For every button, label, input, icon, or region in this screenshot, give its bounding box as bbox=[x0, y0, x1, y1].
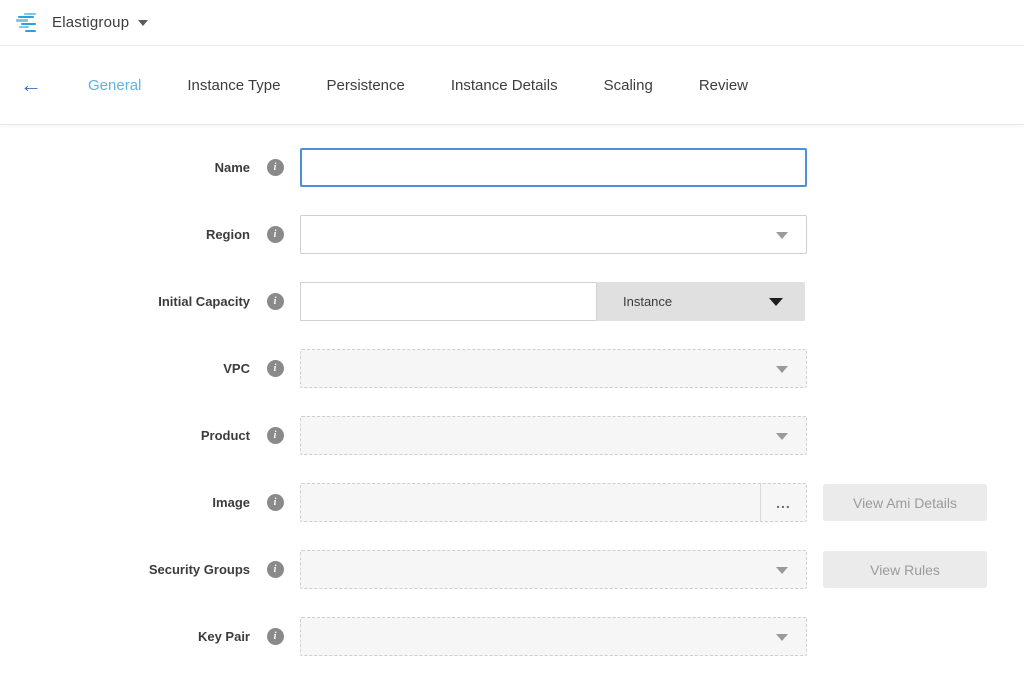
tab-instance-details[interactable]: Instance Details bbox=[451, 77, 558, 94]
app-menu-caret-icon[interactable] bbox=[138, 20, 148, 26]
region-caret-icon bbox=[776, 232, 788, 239]
vpc-row: VPC i bbox=[0, 349, 1024, 388]
name-row: Name i bbox=[0, 148, 1024, 187]
security-groups-info-icon[interactable]: i bbox=[267, 561, 284, 578]
key-pair-select bbox=[300, 617, 807, 656]
product-select bbox=[300, 416, 807, 455]
key-pair-label: Key Pair bbox=[0, 629, 250, 644]
product-row: Product i bbox=[0, 416, 1024, 455]
product-info-icon[interactable]: i bbox=[267, 427, 284, 444]
security-groups-label: Security Groups bbox=[0, 562, 250, 577]
tab-persistence[interactable]: Persistence bbox=[327, 77, 405, 94]
image-info-icon[interactable]: i bbox=[267, 494, 284, 511]
wizard-tabs: General Instance Type Persistence Instan… bbox=[88, 77, 794, 94]
name-label: Name bbox=[0, 160, 250, 175]
top-bar: Elastigroup bbox=[0, 0, 1024, 46]
image-label: Image bbox=[0, 495, 250, 510]
tab-review[interactable]: Review bbox=[699, 77, 748, 94]
image-field: ... bbox=[300, 483, 807, 522]
region-label: Region bbox=[0, 227, 250, 242]
security-groups-caret-icon bbox=[776, 567, 788, 574]
key-pair-info-icon[interactable]: i bbox=[267, 628, 284, 645]
capacity-unit-caret-icon bbox=[769, 298, 783, 306]
tab-instance-type[interactable]: Instance Type bbox=[187, 77, 280, 94]
vpc-caret-icon bbox=[776, 366, 788, 373]
capacity-unit-value: Instance bbox=[623, 294, 672, 309]
vpc-select bbox=[300, 349, 807, 388]
image-browse-button[interactable]: ... bbox=[760, 484, 806, 521]
product-label: Product bbox=[0, 428, 250, 443]
initial-capacity-row: Initial Capacity i Instance bbox=[0, 282, 1024, 321]
view-rules-button[interactable]: View Rules bbox=[823, 551, 987, 588]
general-settings-form: Name i Region i Initial Capacity i Insta… bbox=[0, 125, 1024, 656]
initial-capacity-info-icon[interactable]: i bbox=[267, 293, 284, 310]
wizard-tab-bar: ← General Instance Type Persistence Inst… bbox=[0, 46, 1024, 125]
capacity-unit-select[interactable]: Instance bbox=[597, 282, 805, 321]
image-field-value bbox=[301, 484, 760, 521]
name-info-icon[interactable]: i bbox=[267, 159, 284, 176]
vpc-label: VPC bbox=[0, 361, 250, 376]
back-arrow-icon[interactable]: ← bbox=[20, 74, 60, 96]
initial-capacity-label: Initial Capacity bbox=[0, 294, 250, 309]
elastigroup-logo-icon bbox=[16, 13, 40, 33]
tab-scaling[interactable]: Scaling bbox=[604, 77, 653, 94]
security-groups-select bbox=[300, 550, 807, 589]
key-pair-row: Key Pair i bbox=[0, 617, 1024, 656]
region-row: Region i bbox=[0, 215, 1024, 254]
image-row: Image i ... View Ami Details bbox=[0, 483, 1024, 522]
region-select[interactable] bbox=[300, 215, 807, 254]
vpc-info-icon[interactable]: i bbox=[267, 360, 284, 377]
name-input[interactable] bbox=[300, 148, 807, 187]
tab-general[interactable]: General bbox=[88, 77, 141, 94]
product-caret-icon bbox=[776, 433, 788, 440]
app-title: Elastigroup bbox=[52, 14, 129, 31]
initial-capacity-input[interactable] bbox=[300, 282, 597, 321]
key-pair-caret-icon bbox=[776, 634, 788, 641]
security-groups-row: Security Groups i View Rules bbox=[0, 550, 1024, 589]
view-ami-details-button[interactable]: View Ami Details bbox=[823, 484, 987, 521]
region-info-icon[interactable]: i bbox=[267, 226, 284, 243]
